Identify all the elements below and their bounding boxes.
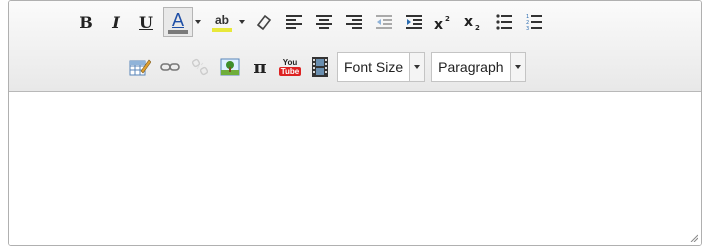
svg-text:x: x [464,14,473,30]
indent-button[interactable] [401,8,427,36]
bullet-list-button[interactable] [491,8,517,36]
text-color-button[interactable]: A [163,7,203,37]
chevron-down-icon [195,20,201,24]
text-color-swatch [168,29,188,34]
superscript-icon: x 2 [434,15,450,30]
superscript-button[interactable]: x 2 [431,8,457,36]
unlink-icon [191,58,209,76]
insert-video-button[interactable] [307,53,333,81]
insert-math-button[interactable]: π [247,53,273,81]
chevron-down-icon [514,65,521,69]
text-color-icon[interactable]: A [163,7,193,37]
outdent-icon [376,15,392,29]
bullet-list-icon [496,14,512,30]
svg-text:3: 3 [526,26,529,31]
toolbar-row-formatting: B I U A ab x 2 x 2 1 2 3 [73,7,551,37]
italic-button[interactable]: I [103,8,129,36]
numbered-list-button[interactable]: 1 2 3 [521,8,547,36]
insert-youtube-button[interactable]: You Tube [277,53,303,81]
insert-image-button[interactable] [217,53,243,81]
highlight-icon[interactable]: ab [207,7,237,37]
underline-icon: U [139,12,153,32]
svg-text:2: 2 [445,15,450,23]
insert-link-button[interactable] [157,53,183,81]
highlight-color-button[interactable]: ab [207,7,247,37]
highlight-swatch [212,27,232,32]
youtube-icon: You Tube [278,58,302,76]
svg-text:x: x [434,17,443,30]
align-right-button[interactable] [341,8,367,36]
paragraph-format-select[interactable]: Paragraph [431,52,526,82]
highlight-dropdown[interactable] [237,7,247,37]
resize-handle-icon[interactable] [690,234,698,242]
align-left-button[interactable] [281,8,307,36]
paragraph-format-label: Paragraph [438,59,504,75]
link-icon [160,63,180,71]
image-icon [220,58,240,76]
pi-icon: π [253,56,267,78]
underline-button[interactable]: U [133,8,159,36]
remove-format-button[interactable] [251,8,277,36]
font-size-dropdown[interactable] [409,53,425,81]
italic-icon: I [112,12,120,32]
paragraph-format-dropdown[interactable] [509,53,525,81]
align-left-icon [286,15,302,29]
subscript-icon: x 2 [464,14,480,30]
unlink-button[interactable] [187,53,213,81]
align-center-icon [316,15,332,29]
font-size-select[interactable]: Font Size [337,52,426,82]
numbered-list-icon: 1 2 3 [526,14,542,31]
bold-icon: B [79,12,93,32]
editor-toolbar: B I U A ab x 2 x 2 1 2 3 π You Tube Font… [9,1,701,92]
chevron-down-icon [414,65,421,69]
subscript-button[interactable]: x 2 [461,8,487,36]
chevron-down-icon [239,20,245,24]
text-color-dropdown[interactable] [193,7,203,37]
edit-table-button[interactable] [127,53,153,81]
font-size-label: Font Size [344,59,404,75]
outdent-button[interactable] [371,8,397,36]
editor-content-area[interactable] [9,92,701,245]
table-edit-icon [129,59,151,76]
toolbar-row-insert: π You Tube Font Size Paragraph [127,52,532,82]
align-center-button[interactable] [311,8,337,36]
film-icon [312,57,328,77]
rich-text-editor: B I U A ab x 2 x 2 1 2 3 π You Tube Font… [8,0,702,246]
svg-text:2: 2 [475,24,480,30]
eraser-icon [256,14,272,31]
bold-button[interactable]: B [73,8,99,36]
indent-icon [406,15,422,29]
align-right-icon [346,15,362,29]
